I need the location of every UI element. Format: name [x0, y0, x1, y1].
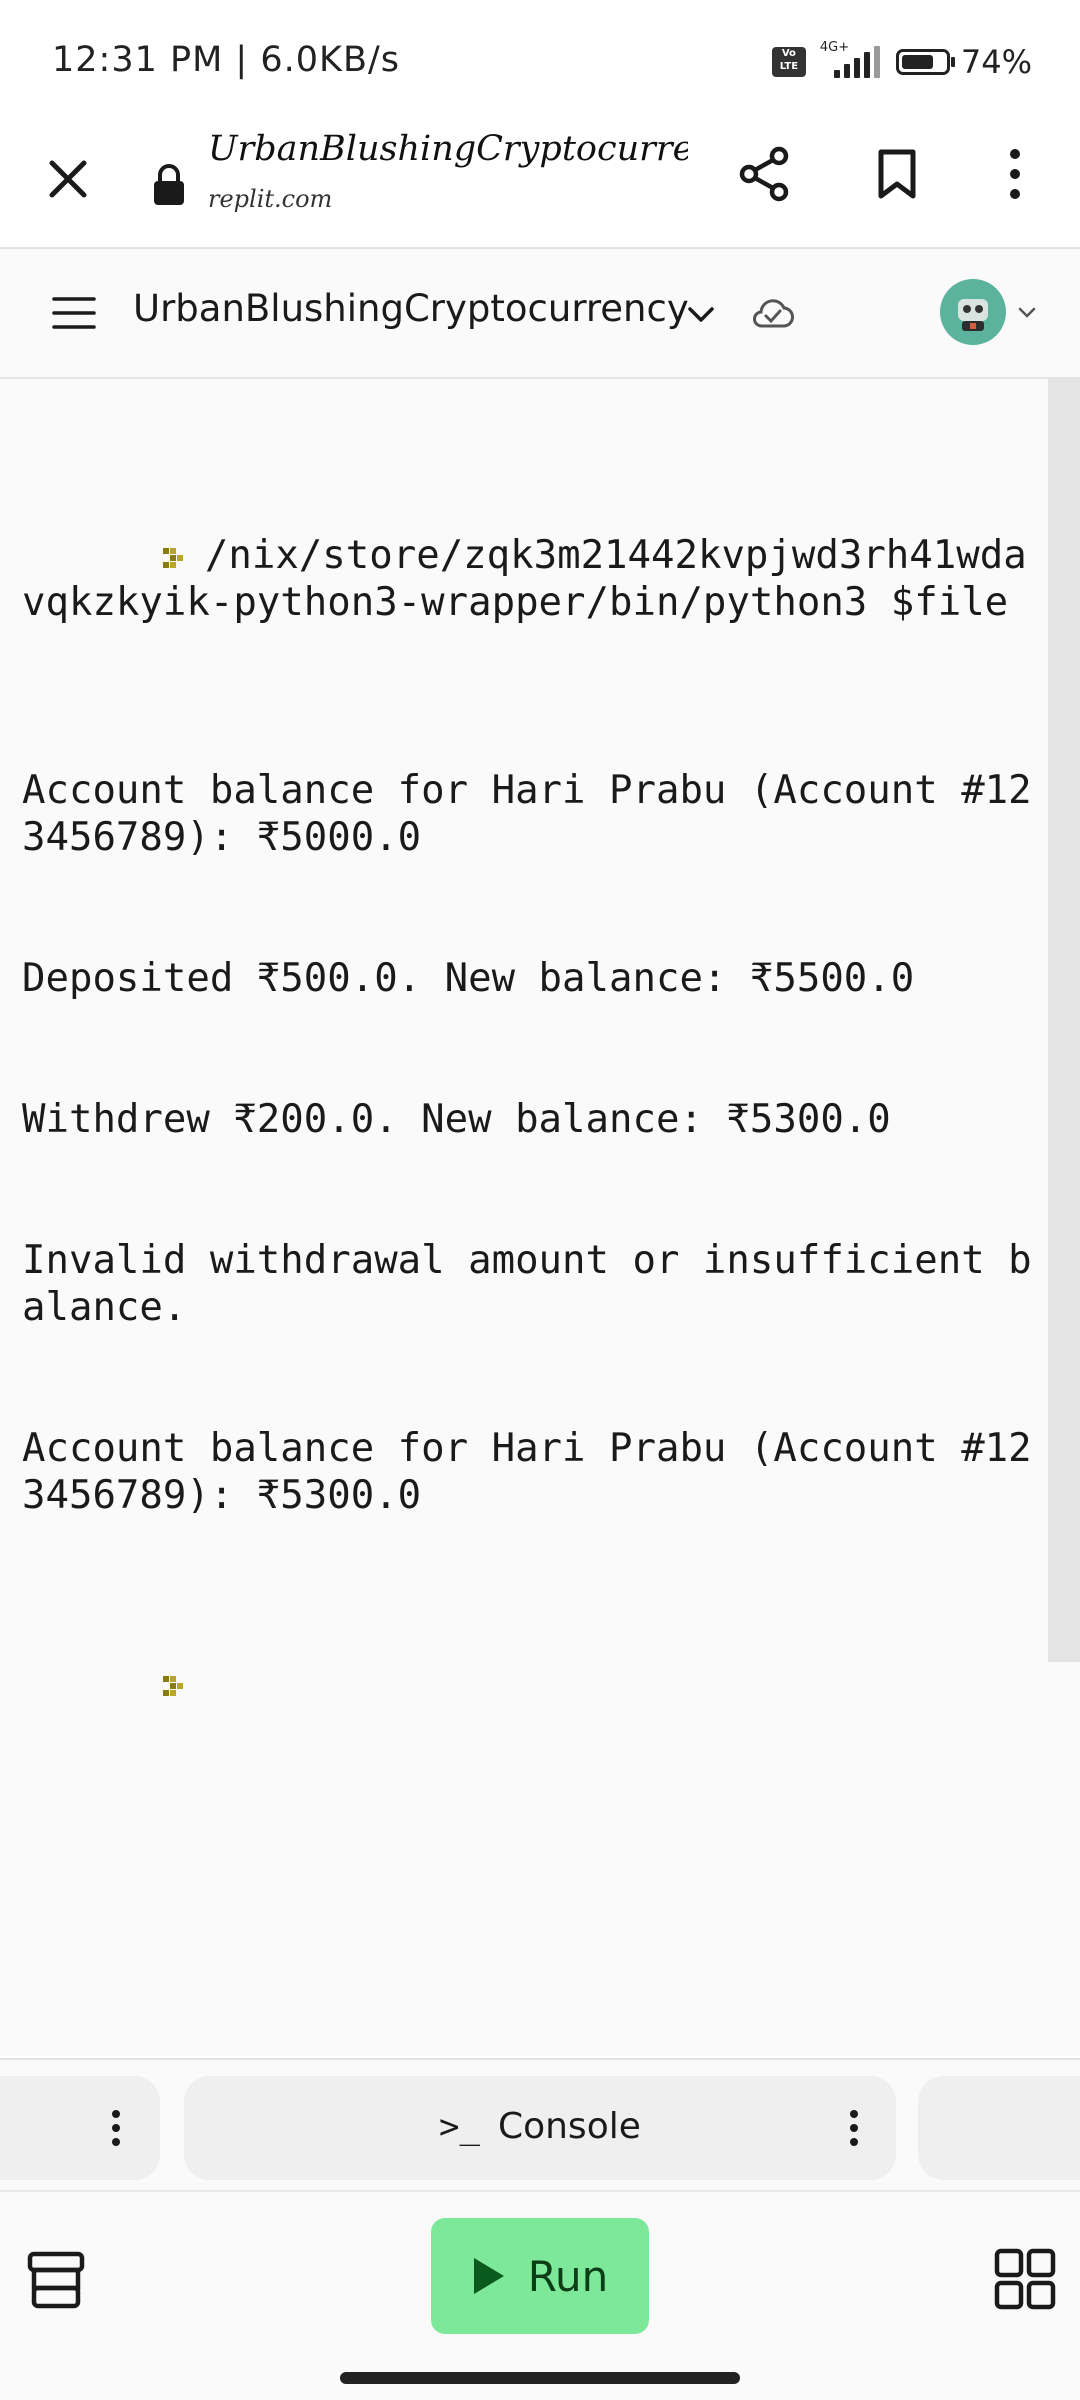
battery-icon: 74% — [895, 43, 1032, 81]
page-title[interactable]: UrbanBlushingCryptocurren… — [208, 129, 688, 169]
console-line: Account balance for Hari Prabu (Account … — [22, 768, 1032, 860]
tab-right[interactable] — [918, 2076, 1080, 2180]
close-icon — [49, 160, 87, 198]
pane-tabs: >_ Console — [0, 2058, 1080, 2190]
browser-toolbar: UrbanBlushingCryptocurren… replit.com — [0, 125, 1080, 249]
menu-icon[interactable] — [52, 293, 96, 333]
console-line: Withdrew ₹200.0. New balance: ₹5300.0 — [22, 1097, 891, 1142]
tab-console-label: Console — [497, 2106, 641, 2147]
robot-avatar-icon — [958, 299, 988, 331]
chevron-down-icon[interactable] — [684, 297, 718, 331]
home-gesture-handle[interactable] — [340, 2372, 740, 2384]
database-icon[interactable] — [26, 2248, 86, 2312]
console-line: Account balance for Hari Prabu (Account … — [22, 1426, 1032, 1518]
more-options-button[interactable] — [985, 139, 1045, 209]
share-icon — [739, 146, 789, 202]
close-tab-button[interactable] — [36, 147, 100, 211]
tab-console[interactable]: >_ Console — [184, 2076, 896, 2180]
signal-icon: 4G+ — [820, 40, 882, 80]
run-label: Run — [527, 2251, 609, 2301]
console-text: /nix/store/zqk3m21442kvpjwd3rh41wdavqkzk… — [22, 391, 1042, 1754]
battery-percent: 74% — [960, 43, 1032, 81]
prompt-icon — [162, 1676, 183, 1696]
volte-icon: Vo LTE — [771, 47, 806, 77]
console-line: /nix/store/zqk3m21442kvpjwd3rh41wdavqkzk… — [22, 533, 1027, 625]
more-vertical-icon — [1010, 149, 1020, 199]
console-line: Invalid withdrawal amount or insufficien… — [22, 1238, 1032, 1330]
repl-header: UrbanBlushingCryptocurrency — [0, 249, 1080, 379]
bookmark-icon — [878, 149, 916, 199]
run-button[interactable]: Run — [431, 2218, 649, 2334]
chevron-down-icon[interactable] — [1016, 301, 1038, 323]
repl-name[interactable]: UrbanBlushingCryptocurrency — [133, 287, 689, 330]
lock-icon — [154, 164, 184, 205]
status-time: 12:31 PM | 6.0KB/s — [52, 40, 400, 80]
more-vertical-icon[interactable] — [848, 2108, 860, 2148]
console-icon: >_ — [439, 2106, 480, 2147]
scrollbar[interactable] — [1048, 379, 1080, 1662]
prompt-icon — [162, 548, 183, 568]
cloud-saved-icon[interactable] — [750, 292, 794, 332]
share-button[interactable] — [730, 139, 800, 209]
avatar[interactable] — [940, 279, 1006, 345]
console-line: Deposited ₹500.0. New balance: ₹5500.0 — [22, 956, 915, 1001]
bottom-toolbar: Run — [0, 2190, 1080, 2362]
more-vertical-icon[interactable] — [110, 2108, 122, 2148]
play-icon — [473, 2258, 504, 2294]
grid-icon[interactable] — [994, 2248, 1056, 2310]
console-output[interactable]: /nix/store/zqk3m21442kvpjwd3rh41wdavqkzk… — [0, 379, 1080, 2056]
bookmark-button[interactable] — [862, 139, 932, 209]
tab-left[interactable] — [0, 2076, 160, 2180]
status-icons: Vo LTE 4G+ 74% — [771, 40, 1032, 82]
page-domain[interactable]: replit.com — [208, 185, 332, 213]
status-bar: 12:31 PM | 6.0KB/s Vo LTE 4G+ 74% — [0, 0, 1080, 125]
